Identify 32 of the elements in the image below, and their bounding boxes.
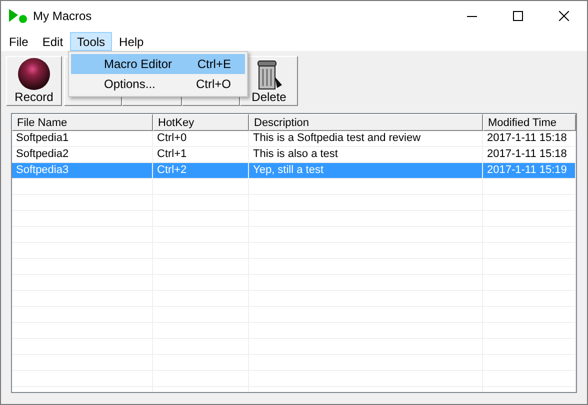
maximize-icon (513, 11, 523, 21)
menu-item[interactable]: File (2, 32, 36, 50)
item-label: Options... (104, 76, 156, 93)
table-cell: Softpedia2 (12, 147, 153, 162)
menu-item[interactable]: Tools (70, 32, 112, 50)
table-cell: Ctrl+1 (153, 147, 249, 162)
item-label: Macro Editor (104, 56, 174, 73)
close-icon (559, 11, 569, 21)
dropdown-item[interactable]: Macro Editor Ctrl+E (71, 54, 245, 74)
menu-item[interactable]: Help (112, 32, 151, 50)
table-cell: Softpedia1 (12, 131, 153, 146)
toolbar-button[interactable]: Record (6, 56, 62, 106)
table-cell: 2017-1-11 15:18 (483, 131, 576, 146)
table-cell: Ctrl+0 (153, 131, 249, 146)
table-cell: Softpedia3 (12, 163, 153, 178)
menu-item[interactable]: Edit (35, 32, 70, 50)
table-cell: 2017-1-11 15:19 (483, 163, 576, 178)
app-icon (9, 9, 27, 23)
sphere-icon (17, 57, 51, 91)
column-header[interactable]: Description (249, 114, 483, 131)
window-title: My Macros (33, 8, 92, 25)
column-header[interactable]: HotKey (153, 114, 249, 131)
table-cell: Yep, still a test (249, 163, 483, 178)
shortcut-label: Ctrl+E (197, 56, 231, 73)
table-row[interactable]: Softpedia1 Ctrl+0 This is a Softpedia test and review 2017-1-11 15:18 (12, 131, 576, 147)
table-cell: This is also a test (249, 147, 483, 162)
table-cell: Ctrl+2 (153, 163, 249, 178)
column-header[interactable]: File Name (12, 114, 153, 131)
column-header[interactable]: Modified Time (483, 114, 576, 131)
table-cell: This is a Softpedia test and review (249, 131, 483, 146)
shortcut-label: Ctrl+O (196, 76, 231, 93)
table-cell: 2017-1-11 15:18 (483, 147, 576, 162)
